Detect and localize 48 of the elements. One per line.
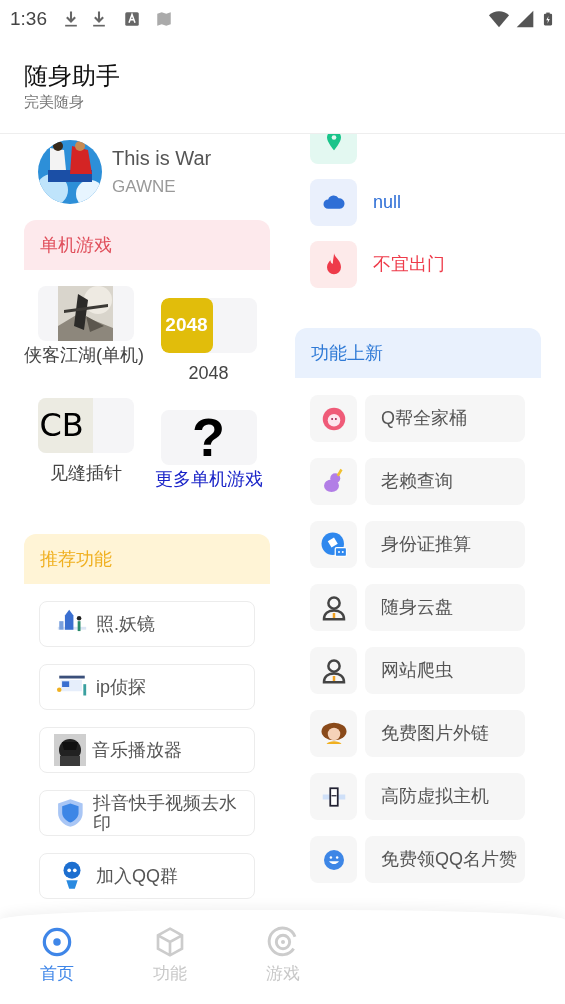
icon-tile[interactable] [310,647,357,694]
map-icon [155,10,173,28]
icon-tile[interactable] [310,773,357,820]
weather-text: null [373,191,402,214]
target-icon [40,926,73,958]
section-title: 推荐功能 [40,547,112,571]
feature-button[interactable]: 高防虚拟主机 [365,773,525,820]
icon-tile[interactable] [310,395,357,442]
wifi-icon [487,8,511,30]
icon-tile[interactable] [310,521,357,568]
icon-tile[interactable] [310,710,357,757]
game-logo: 2048 [160,298,213,353]
feature-button[interactable]: 抖音快手视频去水印 [39,790,255,836]
game-label: 见缝插针 [49,463,122,484]
spiral-icon [266,926,299,958]
game-label: 侠客江湖(单机) [24,345,144,366]
feature-button[interactable]: 免费图片外链 [365,710,525,757]
section-title: 功能上新 [311,341,383,365]
weather-text: 不宜出门 [373,253,445,276]
nav-tab[interactable]: 首页 [0,926,113,1004]
feature-button[interactable]: 免费领QQ名片赞 [365,836,525,883]
icon-tile[interactable] [310,836,357,883]
feature-button[interactable]: 老赖查询 [365,458,525,505]
game-tile[interactable]: ? [160,410,257,465]
feature-button[interactable]: 随身云盘 [365,584,525,631]
signal-icon [515,9,535,29]
feature-button[interactable]: 网站爬虫 [365,647,525,694]
feature-button[interactable]: ip侦探 [39,664,255,710]
clock-time: 1:36 [10,6,47,31]
song-title: This is War [112,146,212,170]
question-mark: ? [192,410,225,465]
song-artist: GAWNE [112,176,177,198]
game-label: 2048 [188,363,229,384]
game-tile[interactable] [37,286,134,341]
icon-tile[interactable] [310,584,357,631]
feature-button[interactable]: 加入QQ群 [39,853,255,899]
game-tile[interactable]: CB [37,398,134,453]
feature-button[interactable]: 身份证推算 [365,521,525,568]
app-subtitle: 完美随身 [24,92,85,112]
icon-tile[interactable] [310,458,357,505]
feature-button[interactable]: Q帮全家桶 [365,395,525,442]
feature-button[interactable]: 照.妖镜 [39,601,255,647]
app-title: 随身助手 [24,61,121,91]
font-icon [123,10,141,28]
section-title: 单机游戏 [40,233,112,257]
more-games-link[interactable]: 更多单机游戏 [154,469,263,490]
feature-button[interactable]: 音乐播放器 [39,727,255,773]
game-logo: CB [37,398,93,453]
